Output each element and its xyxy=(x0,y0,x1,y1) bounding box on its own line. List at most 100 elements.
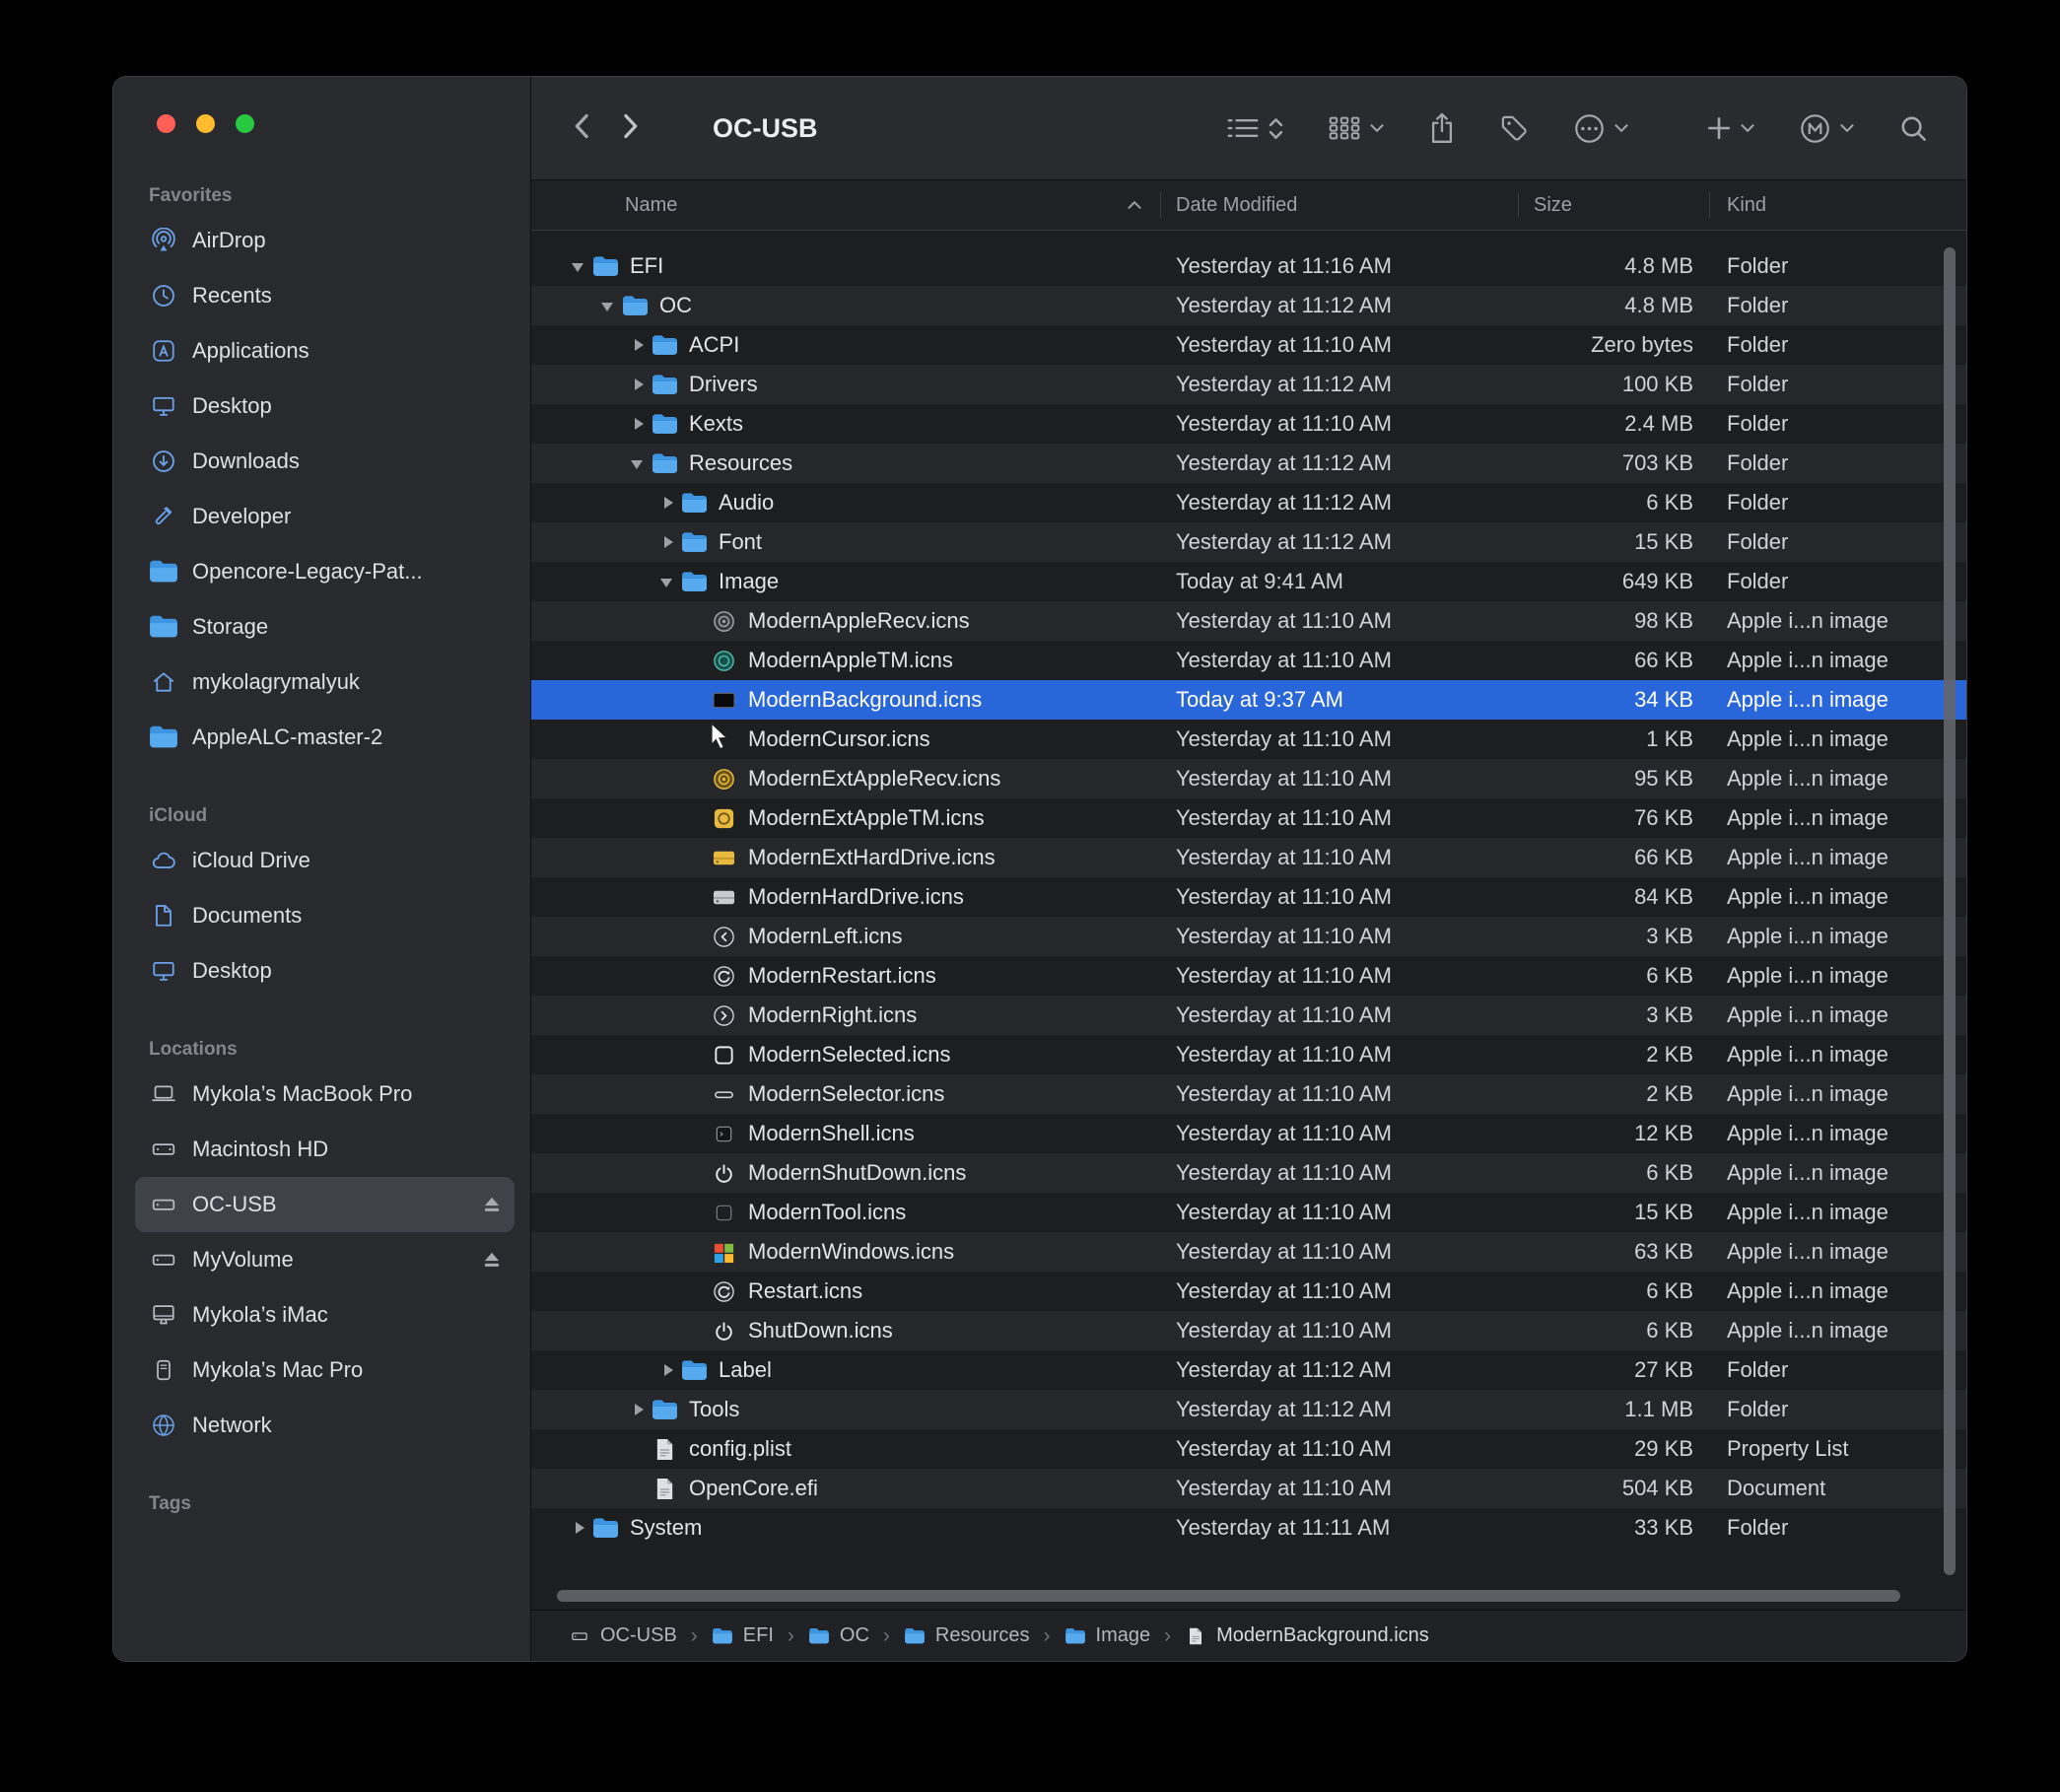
back-button[interactable] xyxy=(573,112,589,140)
sidebar-item-oc-usb[interactable]: OC-USB xyxy=(135,1177,515,1232)
file-row-opencore-efi[interactable]: OpenCore.efiYesterday at 11:10 AM504 KBD… xyxy=(531,1469,1966,1508)
sidebar-item-mykola-s-mac-pro[interactable]: Mykola’s Mac Pro xyxy=(135,1343,515,1398)
sidebar-item-mykola-s-macbook-pro[interactable]: Mykola’s MacBook Pro xyxy=(135,1067,515,1122)
file-row-drivers[interactable]: DriversYesterday at 11:12 AM100 KBFolder xyxy=(531,365,1966,404)
file-row-modernextappletm-icns[interactable]: ModernExtAppleTM.icnsYesterday at 11:10 … xyxy=(531,798,1966,838)
sidebar-item-applealc-master-2[interactable]: AppleALC-master-2 xyxy=(135,710,515,765)
file-row-modernextapplerecv-icns[interactable]: ModernExtAppleRecv.icnsYesterday at 11:1… xyxy=(531,759,1966,798)
sidebar-item-applications[interactable]: Applications xyxy=(135,323,515,379)
file-row-modernrestart-icns[interactable]: ModernRestart.icnsYesterday at 11:10 AM6… xyxy=(531,956,1966,996)
disclosure-closed-icon[interactable] xyxy=(626,1401,652,1418)
file-row-resources[interactable]: ResourcesYesterday at 11:12 AM703 KBFold… xyxy=(531,444,1966,483)
sidebar-item-mykola-s-imac[interactable]: Mykola’s iMac xyxy=(135,1287,515,1343)
eject-icon[interactable] xyxy=(481,1195,503,1214)
file-row-modernleft-icns[interactable]: ModernLeft.icnsYesterday at 11:10 AM3 KB… xyxy=(531,917,1966,956)
sidebar-item-documents[interactable]: Documents xyxy=(135,888,515,943)
disclosure-open-icon[interactable] xyxy=(655,573,681,590)
horizontal-scrollbar[interactable] xyxy=(557,1590,1900,1602)
file-row-tools[interactable]: ToolsYesterday at 11:12 AM1.1 MBFolder xyxy=(531,1390,1966,1429)
file-row-modernselected-icns[interactable]: ModernSelected.icnsYesterday at 11:10 AM… xyxy=(531,1035,1966,1074)
path-item-oc[interactable]: OC xyxy=(808,1624,869,1647)
file-row-oc[interactable]: OCYesterday at 11:12 AM4.8 MBFolder xyxy=(531,286,1966,325)
sidebar-item-developer[interactable]: Developer xyxy=(135,489,515,544)
forward-button[interactable] xyxy=(623,112,640,140)
file-row-efi[interactable]: EFIYesterday at 11:16 AM4.8 MBFolder xyxy=(531,246,1966,286)
sidebar-item-label: Desktop xyxy=(192,958,272,984)
file-row-kexts[interactable]: KextsYesterday at 11:10 AM2.4 MBFolder xyxy=(531,404,1966,444)
eject-icon[interactable] xyxy=(481,1250,503,1270)
file-row-modernharddrive-icns[interactable]: ModernHardDrive.icnsYesterday at 11:10 A… xyxy=(531,877,1966,917)
disclosure-open-icon[interactable] xyxy=(596,297,622,314)
close-window-button[interactable] xyxy=(157,114,175,133)
sidebar-item-macintosh-hd[interactable]: Macintosh HD xyxy=(135,1122,515,1177)
account-button[interactable] xyxy=(1799,112,1855,145)
file-row-font[interactable]: FontYesterday at 11:12 AM15 KBFolder xyxy=(531,522,1966,562)
sidebar-item-icloud-drive[interactable]: iCloud Drive xyxy=(135,833,515,888)
file-row-modernright-icns[interactable]: ModernRight.icnsYesterday at 11:10 AM3 K… xyxy=(531,996,1966,1035)
sidebar-item-mykolagrymalyuk[interactable]: mykolagrymalyuk xyxy=(135,655,515,710)
minimize-window-button[interactable] xyxy=(196,114,215,133)
sidebar-item-desktop[interactable]: Desktop xyxy=(135,379,515,434)
file-row-modernwindows-icns[interactable]: ModernWindows.icnsYesterday at 11:10 AM6… xyxy=(531,1232,1966,1272)
file-row-modernshell-icns[interactable]: ModernShell.icnsYesterday at 11:10 AM12 … xyxy=(531,1114,1966,1153)
disclosure-spacer xyxy=(685,1243,711,1261)
tags-button[interactable] xyxy=(1499,113,1530,144)
file-row-system[interactable]: SystemYesterday at 11:11 AM33 KBFolder xyxy=(531,1508,1966,1548)
file-row-acpi[interactable]: ACPIYesterday at 11:10 AMZero bytesFolde… xyxy=(531,325,1966,365)
file-row-modernappletm-icns[interactable]: ModernAppleTM.icnsYesterday at 11:10 AM6… xyxy=(531,641,1966,680)
file-row-modernbackground-icns[interactable]: ModernBackground.icnsToday at 9:37 AM34 … xyxy=(531,680,1966,720)
share-button[interactable] xyxy=(1428,112,1456,145)
disclosure-open-icon[interactable] xyxy=(567,257,592,275)
path-item-image[interactable]: Image xyxy=(1064,1624,1151,1647)
new-item-button[interactable] xyxy=(1706,115,1755,141)
disclosure-closed-icon[interactable] xyxy=(626,415,652,433)
file-row-modernselector-icns[interactable]: ModernSelector.icnsYesterday at 11:10 AM… xyxy=(531,1074,1966,1114)
view-options-button[interactable] xyxy=(1226,115,1284,142)
disclosure-closed-icon[interactable] xyxy=(626,336,652,354)
sidebar-item-desktop[interactable]: Desktop xyxy=(135,943,515,999)
file-row-modernextharddrive-icns[interactable]: ModernExtHardDrive.icnsYesterday at 11:1… xyxy=(531,838,1966,877)
file-row-modernapplerecv-icns[interactable]: ModernAppleRecv.icnsYesterday at 11:10 A… xyxy=(531,601,1966,641)
disclosure-open-icon[interactable] xyxy=(626,454,652,472)
file-row-moderntool-icns[interactable]: ModernTool.icnsYesterday at 11:10 AM15 K… xyxy=(531,1193,1966,1232)
column-header-size[interactable]: Size xyxy=(1518,180,1709,230)
file-row-audio[interactable]: AudioYesterday at 11:12 AM6 KBFolder xyxy=(531,483,1966,522)
size-cell: 6 KB xyxy=(1518,1278,1709,1304)
size-cell: Zero bytes xyxy=(1518,332,1709,358)
path-item-oc-usb[interactable]: OC-USB xyxy=(569,1624,677,1647)
sidebar-item-myvolume[interactable]: MyVolume xyxy=(135,1232,515,1287)
disclosure-closed-icon[interactable] xyxy=(655,533,681,551)
disclosure-closed-icon[interactable] xyxy=(655,494,681,512)
file-row-image[interactable]: ImageToday at 9:41 AM649 KBFolder xyxy=(531,562,1966,601)
more-actions-button[interactable] xyxy=(1573,112,1629,145)
sidebar-item-airdrop[interactable]: AirDrop xyxy=(135,213,515,268)
search-button[interactable] xyxy=(1898,113,1929,144)
file-row-label[interactable]: LabelYesterday at 11:12 AM27 KBFolder xyxy=(531,1350,1966,1390)
zoom-window-button[interactable] xyxy=(236,114,254,133)
file-row-config-plist[interactable]: config.plistYesterday at 11:10 AM29 KBPr… xyxy=(531,1429,1966,1469)
sidebar-item-opencore-legacy-pat[interactable]: Opencore-Legacy-Pat... xyxy=(135,544,515,599)
disclosure-closed-icon[interactable] xyxy=(655,1361,681,1379)
sidebar-item-label: Macintosh HD xyxy=(192,1137,328,1162)
column-header-date-modified[interactable]: Date Modified xyxy=(1160,180,1518,230)
sidebar-item-storage[interactable]: Storage xyxy=(135,599,515,655)
path-item-resources[interactable]: Resources xyxy=(904,1624,1030,1647)
group-by-button[interactable] xyxy=(1328,115,1385,141)
kind-cell: Folder xyxy=(1709,529,1966,555)
disclosure-closed-icon[interactable] xyxy=(567,1519,592,1537)
file-row-shutdown-icns[interactable]: ShutDown.icnsYesterday at 11:10 AM6 KBAp… xyxy=(531,1311,1966,1350)
sidebar-item-recents[interactable]: Recents xyxy=(135,268,515,323)
sidebar-item-downloads[interactable]: Downloads xyxy=(135,434,515,489)
file-row-restart-icns[interactable]: Restart.icnsYesterday at 11:10 AM6 KBApp… xyxy=(531,1272,1966,1311)
file-list-pane: EFIYesterday at 11:16 AM4.8 MBFolderOCYe… xyxy=(531,231,1966,1610)
disclosure-closed-icon[interactable] xyxy=(626,376,652,393)
name-cell: ModernAppleRecv.icns xyxy=(531,608,1160,634)
file-row-modernshutdown-icns[interactable]: ModernShutDown.icnsYesterday at 11:10 AM… xyxy=(531,1153,1966,1193)
file-row-moderncursor-icns[interactable]: ModernCursor.icnsYesterday at 11:10 AM1 … xyxy=(531,720,1966,759)
sidebar-item-network[interactable]: Network xyxy=(135,1398,515,1453)
path-item-efi[interactable]: EFI xyxy=(712,1624,774,1647)
vertical-scrollbar[interactable] xyxy=(1944,247,1956,1575)
column-header-kind[interactable]: Kind xyxy=(1709,180,1966,230)
column-header-name[interactable]: Name xyxy=(531,180,1160,230)
path-item-modernbackground-icns[interactable]: ModernBackground.icns xyxy=(1185,1624,1429,1647)
